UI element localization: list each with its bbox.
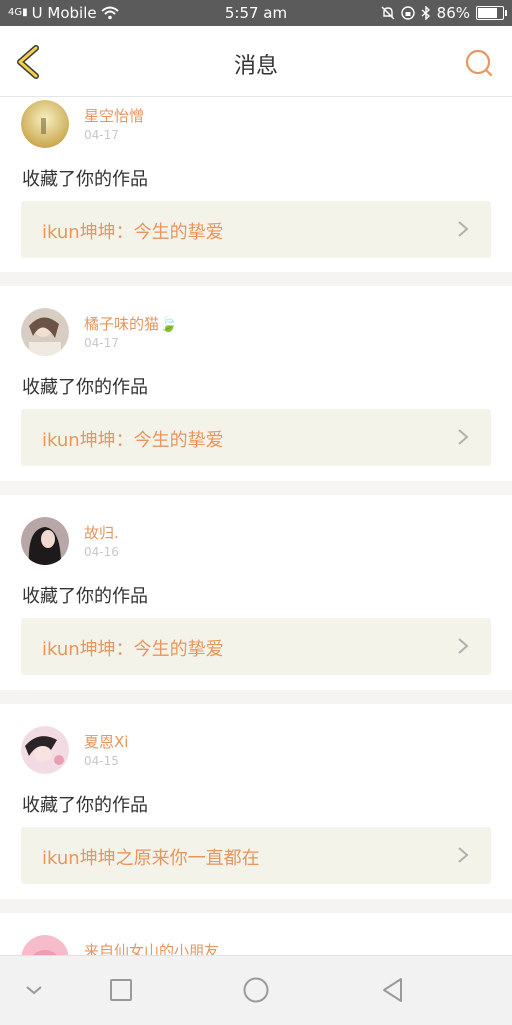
message-action: 收藏了你的作品: [22, 586, 148, 607]
message-date: 04-17: [84, 128, 119, 142]
message-date: 04-16: [84, 545, 119, 559]
avatar[interactable]: [21, 517, 69, 565]
avatar[interactable]: [21, 935, 69, 955]
username[interactable]: 星空怡憎: [84, 105, 144, 126]
chevron-right-icon: [458, 638, 469, 654]
message-action: 收藏了你的作品: [22, 795, 148, 816]
message-date: 04-15: [84, 754, 119, 768]
avatar[interactable]: [21, 100, 69, 148]
avatar[interactable]: [21, 308, 69, 356]
message-date: 04-17: [84, 336, 119, 350]
work-title: ikun坤坤：今生的挚爱: [42, 222, 224, 243]
system-nav-bar: [0, 955, 512, 1025]
home-icon[interactable]: [242, 976, 270, 1004]
top-nav-bar: 消息: [0, 26, 512, 97]
bluetooth-icon: [421, 6, 430, 20]
page-title: 消息: [233, 54, 278, 79]
message-action: 收藏了你的作品: [22, 169, 148, 190]
work-link[interactable]: ikun坤坤：今生的挚爱: [21, 409, 491, 466]
collapse-icon[interactable]: [20, 976, 48, 1004]
lock-rotation-icon: [400, 6, 415, 20]
message-card: 橘子味的猫🍃 04-17 收藏了你的作品 ikun坤坤：今生的挚爱: [0, 286, 512, 481]
mute-icon: [381, 6, 395, 20]
username[interactable]: 故归.: [84, 522, 119, 543]
recents-icon[interactable]: [107, 976, 135, 1004]
work-link[interactable]: ikun坤坤：今生的挚爱: [21, 201, 491, 258]
work-title: ikun坤坤之原来你一直都在: [42, 848, 260, 869]
avatar[interactable]: [21, 726, 69, 774]
message-action: 收藏了你的作品: [22, 377, 148, 398]
username[interactable]: 夏恩Xi: [84, 731, 128, 752]
chevron-right-icon: [458, 847, 469, 863]
search-icon[interactable]: [464, 48, 494, 78]
message-list[interactable]: 星空怡憎 04-17 收藏了你的作品 ikun坤坤：今生的挚爱 橘子味的猫🍃 0…: [0, 97, 512, 955]
work-title: ikun坤坤：今生的挚爱: [42, 430, 224, 451]
message-card: 来自仙女山的小朋友: [0, 913, 512, 955]
chevron-right-icon: [458, 429, 469, 445]
message-card: 星空怡憎 04-17 收藏了你的作品 ikun坤坤：今生的挚爱: [0, 97, 512, 272]
work-title: ikun坤坤：今生的挚爱: [42, 639, 224, 660]
chevron-right-icon: [458, 221, 469, 237]
status-bar: 4G▮ U Mobile 5:57 am 86%: [0, 0, 512, 26]
work-link[interactable]: ikun坤坤之原来你一直都在: [21, 827, 491, 884]
message-card: 故归. 04-16 收藏了你的作品 ikun坤坤：今生的挚爱: [0, 495, 512, 690]
back-icon[interactable]: [379, 976, 407, 1004]
work-link[interactable]: ikun坤坤：今生的挚爱: [21, 618, 491, 675]
battery-percent: 86%: [436, 4, 470, 22]
username[interactable]: 橘子味的猫🍃: [84, 313, 178, 334]
status-right: 86%: [381, 4, 507, 22]
battery-icon: [476, 6, 507, 20]
username[interactable]: 来自仙女山的小朋友: [84, 940, 219, 955]
message-card: 夏恩Xi 04-15 收藏了你的作品 ikun坤坤之原来你一直都在: [0, 704, 512, 899]
